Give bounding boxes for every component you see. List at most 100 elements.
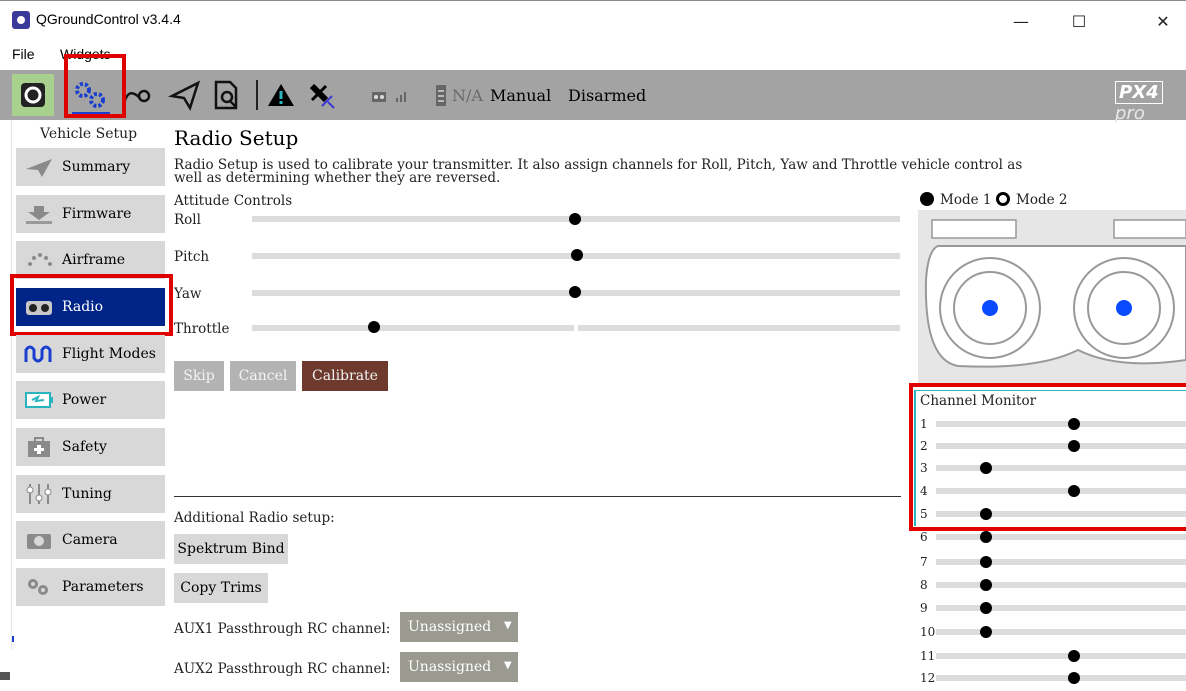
channel-number: 9: [920, 601, 928, 615]
flight-mode-selector[interactable]: Manual: [490, 86, 551, 105]
sidebar-item-flight-modes[interactable]: Flight Modes: [16, 335, 165, 373]
toolbar: N/A Manual Disarmed PX4 pro: [0, 54, 1186, 124]
highlight-channel-monitor: [909, 383, 1186, 531]
description-line-2: well as determining whether they are rev…: [174, 170, 501, 186]
cancel-button[interactable]: Cancel: [230, 361, 296, 391]
document-search-icon: [214, 80, 238, 110]
copy-trims-button[interactable]: Copy Trims: [174, 573, 268, 603]
section-divider: [174, 496, 901, 497]
transmitter-panel: [918, 210, 1186, 386]
waveform-icon: [24, 345, 52, 363]
px4-brand-logo: PX4 pro: [1115, 81, 1186, 124]
sidebar-item-firmware[interactable]: Firmware: [16, 195, 165, 233]
maximize-button[interactable]: ☐: [1056, 5, 1102, 37]
sidebar-item-label: Airframe: [62, 252, 126, 268]
throttle-bar-high: [578, 325, 900, 331]
left-edge-mark: [0, 672, 10, 680]
aux1-label: AUX1 Passthrough RC channel:: [174, 621, 391, 637]
warning-icon: [268, 84, 294, 106]
battery-icon: [25, 392, 53, 408]
mode2-radio[interactable]: [996, 192, 1010, 206]
channel-bar: [936, 675, 1186, 681]
spektrum-bind-button[interactable]: Spektrum Bind: [174, 534, 288, 564]
channel-number: 6: [920, 530, 928, 544]
channel-number: 12: [920, 671, 936, 685]
sidebar-item-tuning[interactable]: Tuning: [16, 475, 165, 513]
paper-plane-icon: [168, 80, 201, 112]
sidebar-item-label: Tuning: [62, 486, 112, 502]
arm-status[interactable]: Disarmed: [568, 86, 646, 105]
menu-bar: File Widgets: [0, 40, 1186, 70]
airframe-icon: [28, 253, 52, 266]
throttle-label: Throttle: [174, 321, 230, 337]
channel-number: 7: [920, 555, 928, 569]
battery-indicator[interactable]: [434, 82, 448, 108]
chevron-down-icon: ▼: [504, 620, 512, 631]
channel-number: 11: [920, 649, 936, 663]
sidebar-item-label: Safety: [62, 439, 107, 455]
channel-number: 10: [920, 625, 936, 639]
satellite-icon: [309, 83, 335, 109]
close-button[interactable]: ✕: [1140, 5, 1186, 37]
minimize-button[interactable]: —: [998, 5, 1044, 37]
channel-number: 8: [920, 578, 928, 592]
mode1-label: Mode 1: [940, 192, 992, 208]
skip-button[interactable]: Skip: [174, 361, 224, 391]
channel-indicator: [1068, 650, 1080, 662]
toolbar-divider: [256, 80, 258, 110]
sidebar-item-camera[interactable]: Camera: [16, 521, 165, 559]
channel-indicator: [980, 602, 992, 614]
sidebar-item-power[interactable]: Power: [16, 381, 165, 419]
sidebar-item-summary[interactable]: Summary: [16, 148, 165, 186]
sidebar-item-label: Flight Modes: [62, 346, 156, 362]
channel-indicator: [980, 531, 992, 543]
aux2-select[interactable]: Unassigned ▼: [400, 652, 518, 682]
sidebar-left-gutter: [0, 120, 12, 650]
roll-indicator: [569, 213, 581, 225]
page-title: Radio Setup: [174, 126, 299, 150]
medkit-icon: [28, 437, 50, 457]
qgc-home-button[interactable]: [12, 74, 54, 116]
title-bar: QGroundControl v3.4.4 — ☐ ✕: [0, 0, 1186, 40]
channel-indicator: [980, 579, 992, 591]
chevron-down-icon: ▼: [504, 660, 512, 671]
calibrate-button[interactable]: Calibrate: [302, 361, 388, 391]
yaw-label: Yaw: [174, 286, 202, 302]
aux1-select[interactable]: Unassigned ▼: [400, 612, 518, 642]
sidebar-item-label: Power: [62, 392, 107, 408]
messages-indicator[interactable]: [266, 80, 296, 110]
attitude-controls-title: Attitude Controls: [174, 193, 293, 209]
sidebar-item-label: Firmware: [62, 206, 132, 222]
yaw-indicator: [569, 286, 581, 298]
battery-text: N/A: [452, 86, 483, 105]
sidebar-header: Vehicle Setup: [40, 126, 138, 142]
channel-bar: [936, 629, 1186, 635]
sidebar-item-parameters[interactable]: Parameters: [16, 568, 165, 606]
highlight-radio: [10, 274, 173, 336]
channel-indicator: [980, 556, 992, 568]
menu-file[interactable]: File: [12, 46, 35, 62]
additional-setup-title: Additional Radio setup:: [174, 510, 335, 526]
sidebar-item-label: Parameters: [62, 579, 144, 595]
highlight-gears: [64, 54, 126, 118]
tuning-sliders-icon: [26, 484, 52, 504]
qgc-app-icon: [12, 11, 30, 29]
rc-rssi-indicator[interactable]: [370, 84, 410, 108]
analyze-view-button[interactable]: [210, 78, 244, 112]
camera-icon: [27, 534, 51, 549]
channel-bar: [936, 534, 1186, 540]
fly-view-button[interactable]: [168, 78, 202, 112]
sidebar-item-safety[interactable]: Safety: [16, 428, 165, 466]
channel-indicator: [980, 626, 992, 638]
mode1-radio[interactable]: [920, 192, 934, 206]
transmitter-graphic: [924, 219, 1186, 368]
throttle-bar-low: [252, 325, 574, 331]
rc-signal-icon: [372, 92, 406, 102]
sidebar-item-label: Camera: [62, 532, 118, 548]
download-icon: [26, 206, 52, 224]
gps-indicator[interactable]: [306, 80, 338, 110]
gears-icon: [28, 579, 48, 595]
window-title: QGroundControl v3.4.4: [36, 11, 181, 27]
pitch-indicator: [571, 249, 583, 261]
paper-plane-icon: [26, 159, 52, 177]
